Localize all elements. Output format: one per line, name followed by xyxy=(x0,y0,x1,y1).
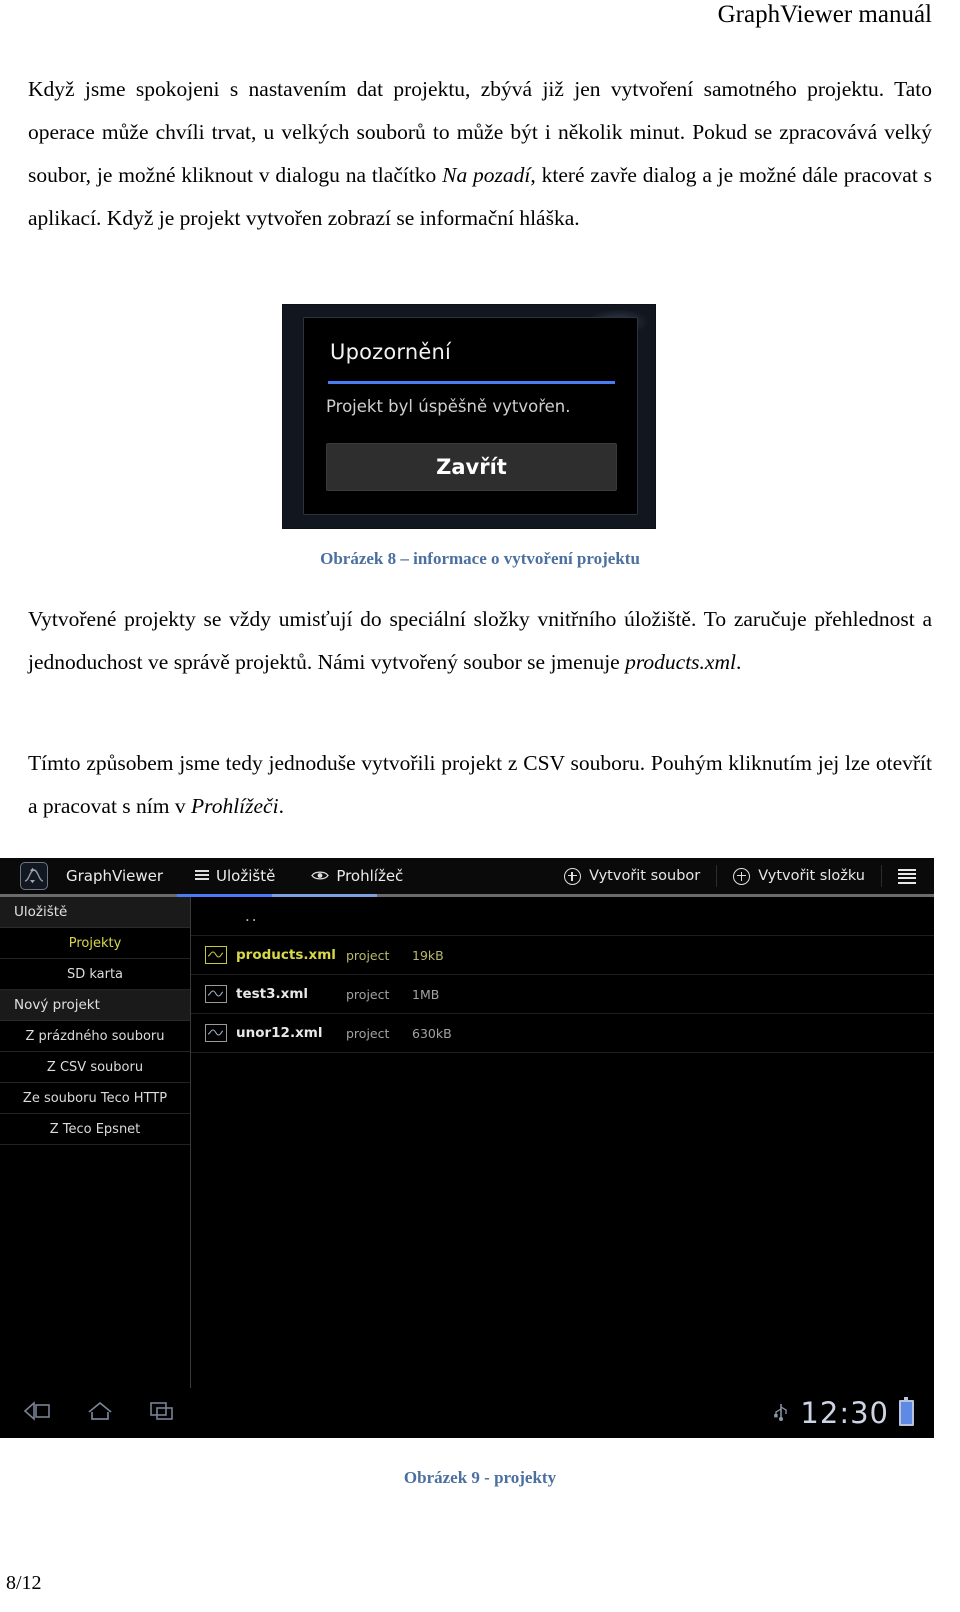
android-system-navigation-bar: 12:30 xyxy=(0,1388,934,1438)
table-row[interactable]: unor12.xml project 630kB xyxy=(191,1014,934,1053)
paragraph-intro: Když jsme spokojeni s nastavením dat pro… xyxy=(28,68,932,240)
file-name: products.xml xyxy=(236,947,336,963)
graph-file-icon xyxy=(205,985,227,1003)
figure-9-caption: Obrázek 9 - projekty xyxy=(403,1468,557,1487)
create-file-label: Vytvořit soubor xyxy=(589,868,701,884)
graph-file-icon xyxy=(205,1024,227,1042)
figure-8-dialog-screenshot: Upozornění Projekt byl úspěšně vytvořen.… xyxy=(283,305,655,528)
file-name: test3.xml xyxy=(236,986,309,1002)
figure-9-android-screenshot: GraphViewer Uložiště Prohlížeč Vytvořit … xyxy=(0,858,934,1438)
hamburger-menu-icon xyxy=(898,869,916,884)
overflow-menu-button[interactable] xyxy=(882,869,934,884)
file-name: unor12.xml xyxy=(236,1025,323,1041)
sidebar-item-teco-http[interactable]: Ze souboru Teco HTTP xyxy=(0,1083,190,1114)
list-item-parent-directory[interactable]: .. xyxy=(191,897,934,936)
list-icon xyxy=(195,870,210,882)
alert-dialog: Upozornění Projekt byl úspěšně vytvořen.… xyxy=(303,317,638,515)
file-type: project xyxy=(346,1025,390,1041)
paragraph-3-part-b: . xyxy=(278,794,284,818)
dialog-title: Upozornění xyxy=(330,340,452,364)
dialog-message: Projekt byl úspěšně vytvořen. xyxy=(326,397,571,416)
paragraph-3-part-a: Tímto způsobem jsme tedy jednoduše vytvo… xyxy=(28,751,932,818)
file-browser-list: .. products.xml project 19kB test3.xml p… xyxy=(191,897,934,1388)
file-type: project xyxy=(346,947,390,963)
file-size: 19kB xyxy=(412,947,444,963)
app-action-bar: GraphViewer Uložiště Prohlížeč Vytvořit … xyxy=(0,858,934,894)
home-icon[interactable] xyxy=(86,1400,114,1426)
page-number: 8/12 xyxy=(6,1572,42,1594)
file-size: 1MB xyxy=(412,986,440,1002)
paragraph-1-emphasis: Na pozadí xyxy=(442,163,531,187)
create-folder-button[interactable]: Vytvořit složku xyxy=(717,863,881,889)
sidebar-item-sd-karta[interactable]: SD karta xyxy=(0,959,190,990)
paragraph-summary: Tímto způsobem jsme tedy jednoduše vytvo… xyxy=(28,742,932,828)
tab-prohlizec-label: Prohlížeč xyxy=(336,867,404,885)
tab-prohlizec[interactable]: Prohlížeč xyxy=(307,858,407,894)
graph-file-icon xyxy=(205,946,227,964)
plus-circle-icon xyxy=(733,867,751,885)
sidebar-item-teco-epsnet[interactable]: Z Teco Epsnet xyxy=(0,1114,190,1145)
app-logo-icon xyxy=(20,862,48,890)
create-folder-label: Vytvořit složku xyxy=(758,868,865,884)
tab-ulozste-label: Uložiště xyxy=(216,867,276,885)
dialog-title-divider xyxy=(328,381,615,384)
file-size: 630kB xyxy=(412,1025,452,1041)
paragraph-2-emphasis: products.xml xyxy=(625,650,736,674)
plus-circle-icon xyxy=(564,867,582,885)
back-arrow-icon[interactable] xyxy=(22,1400,52,1426)
battery-icon xyxy=(899,1397,914,1426)
file-type: project xyxy=(346,986,390,1002)
sidebar-item-projekty[interactable]: Projekty xyxy=(0,928,190,959)
paragraph-projects-folder: Vytvořené projekty se vždy umisťují do s… xyxy=(28,598,932,684)
table-row[interactable]: products.xml project 19kB xyxy=(191,936,934,975)
usb-icon xyxy=(772,1401,790,1425)
dialog-close-button[interactable]: Zavřít xyxy=(326,443,617,491)
figure-8-caption: Obrázek 8 – informace o vytvoření projek… xyxy=(320,549,640,568)
sidebar-section-header-new-project: Nový projekt xyxy=(0,990,190,1021)
navigation-sidebar: Uložiště Projekty SD karta Nový projekt … xyxy=(0,897,191,1388)
status-clock: 12:30 xyxy=(800,1396,889,1430)
table-row[interactable]: test3.xml project 1MB xyxy=(191,975,934,1014)
system-nav-buttons xyxy=(22,1400,176,1426)
sidebar-item-empty-file[interactable]: Z prázdného souboru xyxy=(0,1021,190,1052)
eye-icon xyxy=(311,867,330,885)
sidebar-item-csv-file[interactable]: Z CSV souboru xyxy=(0,1052,190,1083)
tab-ulozste[interactable]: Uložiště xyxy=(191,858,279,894)
parent-directory-label: .. xyxy=(245,907,259,925)
sidebar-section-header-storage: Uložiště xyxy=(0,897,190,928)
paragraph-2-part-b: . xyxy=(735,650,742,674)
app-title: GraphViewer xyxy=(66,867,164,885)
status-icons: 12:30 xyxy=(772,1396,914,1430)
paragraph-2-part-a: Vytvořené projekty se vždy umisťují do s… xyxy=(28,607,932,674)
create-file-button[interactable]: Vytvořit soubor xyxy=(548,863,716,889)
recent-apps-icon[interactable] xyxy=(148,1400,176,1426)
paragraph-3-emphasis: Prohlížeči xyxy=(191,794,279,818)
page-header: GraphViewer manuál xyxy=(717,1,932,28)
